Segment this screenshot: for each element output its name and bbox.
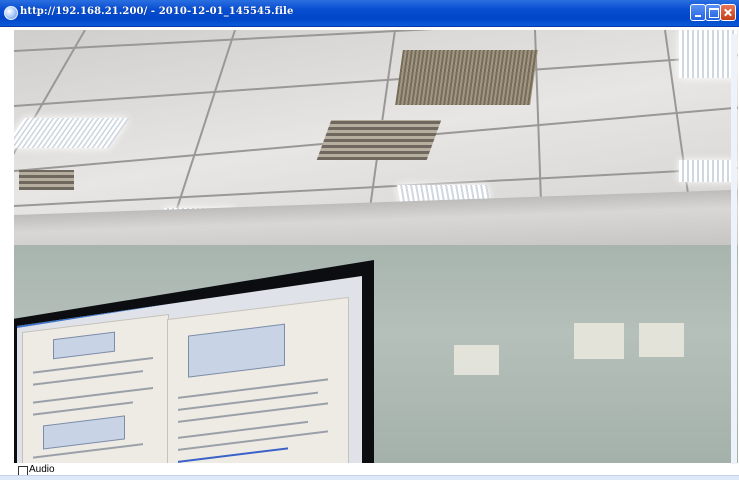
close-button[interactable] [720,4,736,21]
window-title: http://192.168.21.200/ - 2010-12-01_1455… [20,6,294,17]
horizontal-scrollbar[interactable] [0,475,739,480]
browser-icon [4,6,18,20]
vertical-scrollbar[interactable] [731,34,737,464]
audio-label: Audio [29,464,55,475]
maximize-button[interactable] [705,4,721,21]
camera-video-frame [14,30,738,463]
viewer-window: http://192.168.21.200/ - 2010-12-01_1455… [0,0,739,480]
minimize-button[interactable] [690,4,706,21]
title-bar[interactable]: http://192.168.21.200/ - 2010-12-01_1455… [0,0,739,27]
